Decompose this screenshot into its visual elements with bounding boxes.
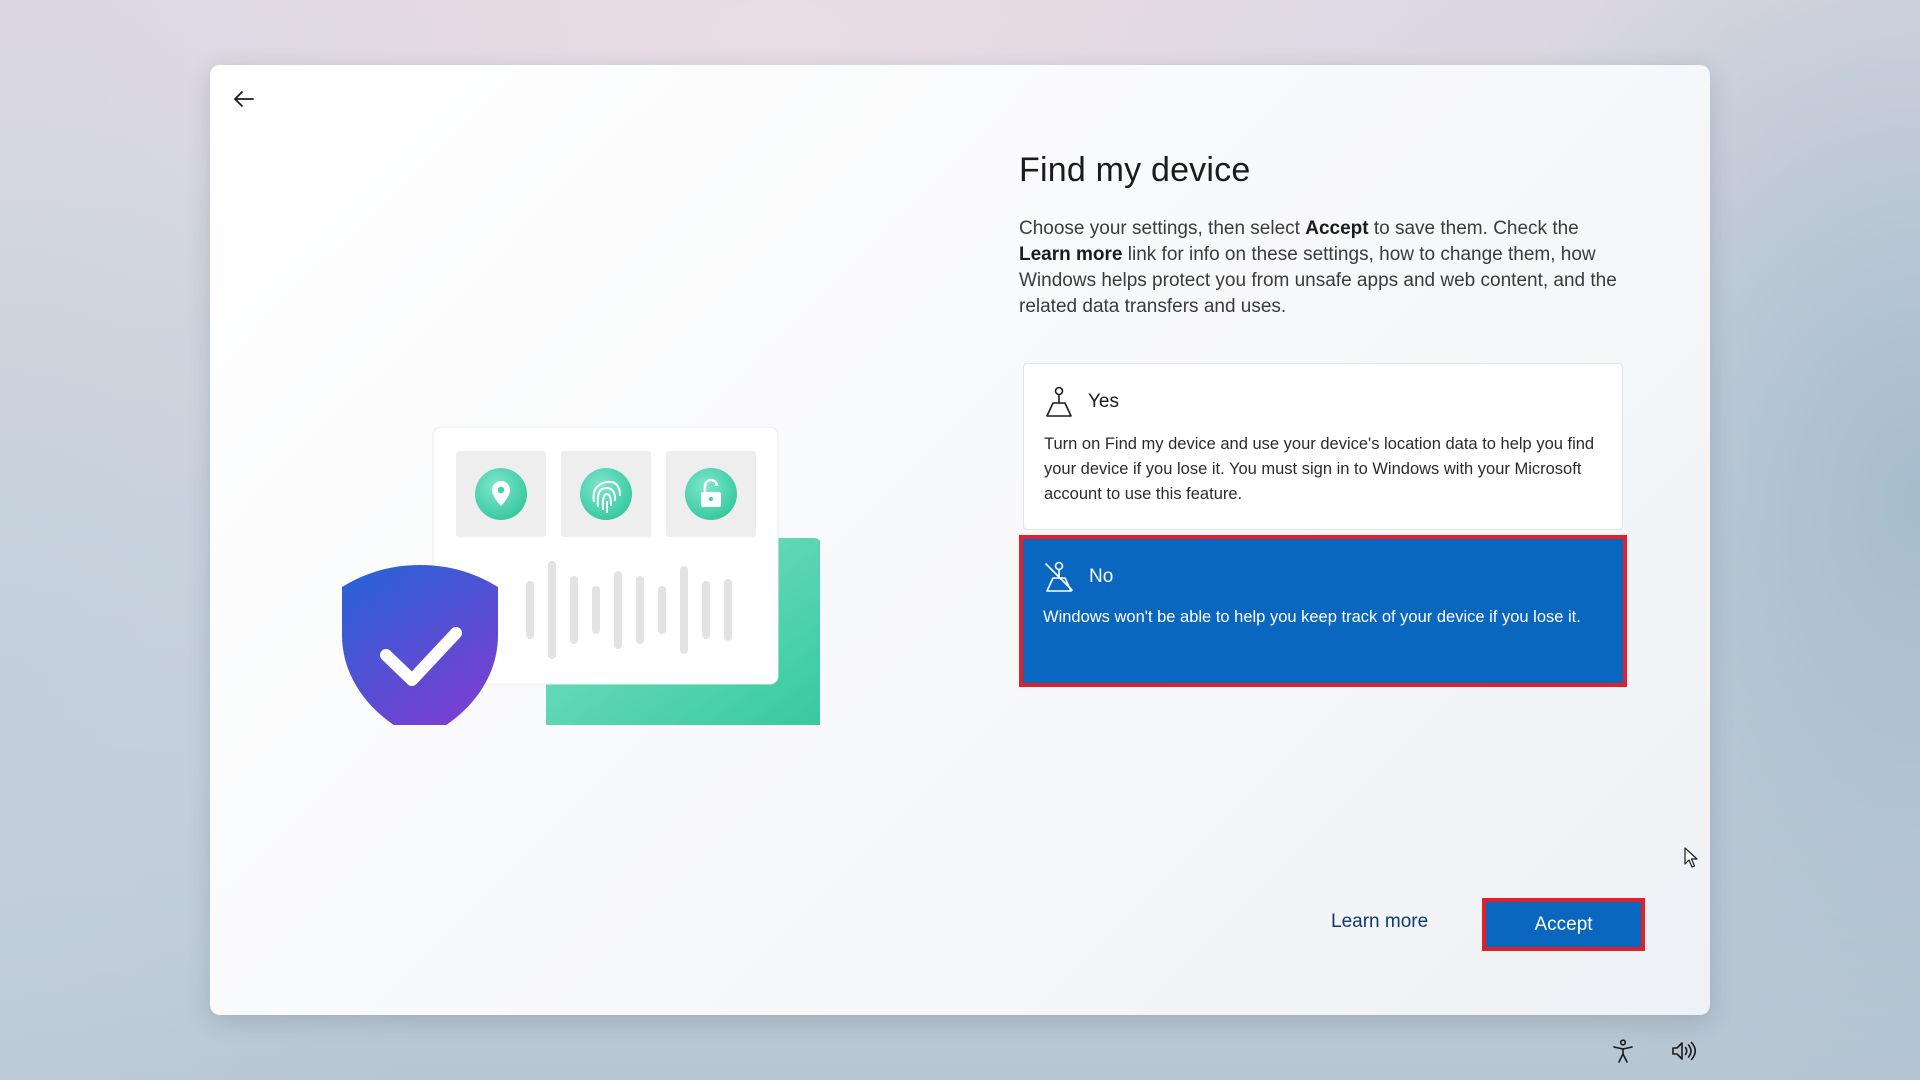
- accessibility-icon[interactable]: [1610, 1038, 1636, 1064]
- page-description: Choose your settings, then select Accept…: [1019, 218, 1617, 317]
- page-title: Find my device: [1019, 151, 1251, 189]
- unlock-tile: [666, 451, 756, 537]
- location-tile: [456, 451, 546, 537]
- option-yes-description: Turn on Find my device and use your devi…: [1044, 435, 1595, 503]
- location-person-icon: [1046, 386, 1072, 417]
- option-no[interactable]: No Windows won't be able to help you kee…: [1019, 535, 1627, 687]
- back-button[interactable]: [224, 79, 264, 119]
- location-off-icon: [1045, 561, 1073, 592]
- option-no-description: Windows won't be able to help you keep t…: [1043, 608, 1581, 626]
- option-yes-label: Yes: [1088, 391, 1119, 412]
- learn-more-link[interactable]: Learn more: [1331, 911, 1428, 933]
- option-yes[interactable]: Yes Turn on Find my device and use your …: [1023, 363, 1623, 530]
- setup-window: Find my device Choose your settings, the…: [210, 65, 1710, 1015]
- accept-button[interactable]: Accept: [1482, 898, 1645, 951]
- back-arrow-icon: [234, 91, 254, 107]
- shield-check-icon: [342, 565, 498, 725]
- volume-icon[interactable]: [1670, 1038, 1696, 1064]
- content-panel: Find my device Choose your settings, the…: [1019, 151, 1629, 320]
- mouse-cursor-icon: [1684, 847, 1698, 868]
- option-no-label: No: [1089, 566, 1114, 587]
- fingerprint-tile: [561, 451, 651, 537]
- security-illustration: [342, 426, 820, 725]
